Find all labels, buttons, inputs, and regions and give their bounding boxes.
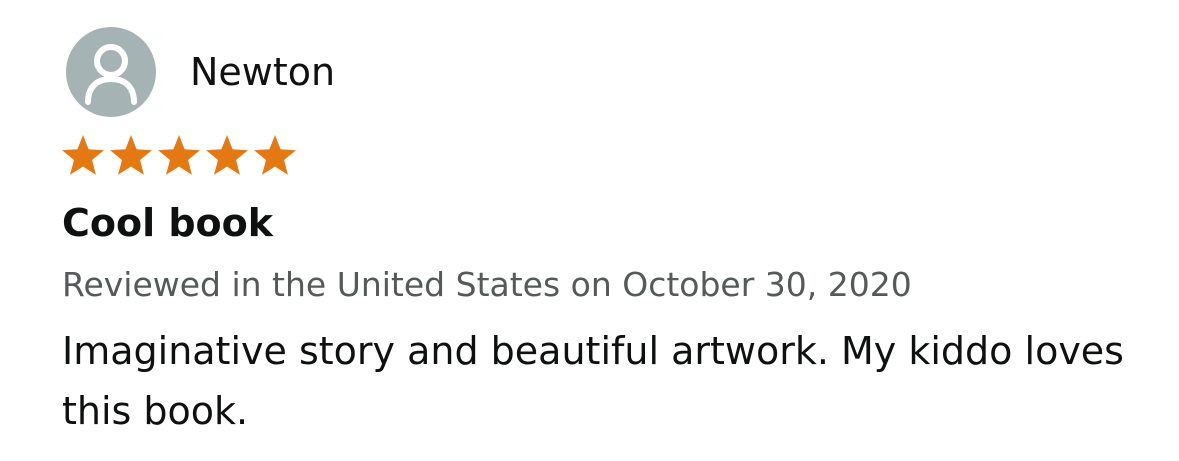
star-icon: [110, 135, 152, 175]
star-icon: [62, 135, 104, 175]
review-date: Reviewed in the United States on October…: [62, 265, 912, 304]
customer-review: Newton Cool book Reviewed in the United …: [0, 0, 1179, 461]
star-icon: [254, 135, 296, 175]
reviewer-name[interactable]: Newton: [190, 53, 335, 91]
default-user-icon: [85, 44, 137, 105]
star-rating[interactable]: [59, 133, 301, 181]
star-icon: [158, 135, 200, 175]
star-icon: [206, 135, 248, 175]
review-title[interactable]: Cool book: [62, 202, 273, 245]
star-rating-svg: [62, 135, 296, 175]
reviewer-avatar[interactable]: [66, 27, 156, 117]
reviewer-profile[interactable]: Newton: [66, 27, 335, 117]
review-body: Imaginative story and beautiful artwork.…: [62, 329, 1124, 433]
